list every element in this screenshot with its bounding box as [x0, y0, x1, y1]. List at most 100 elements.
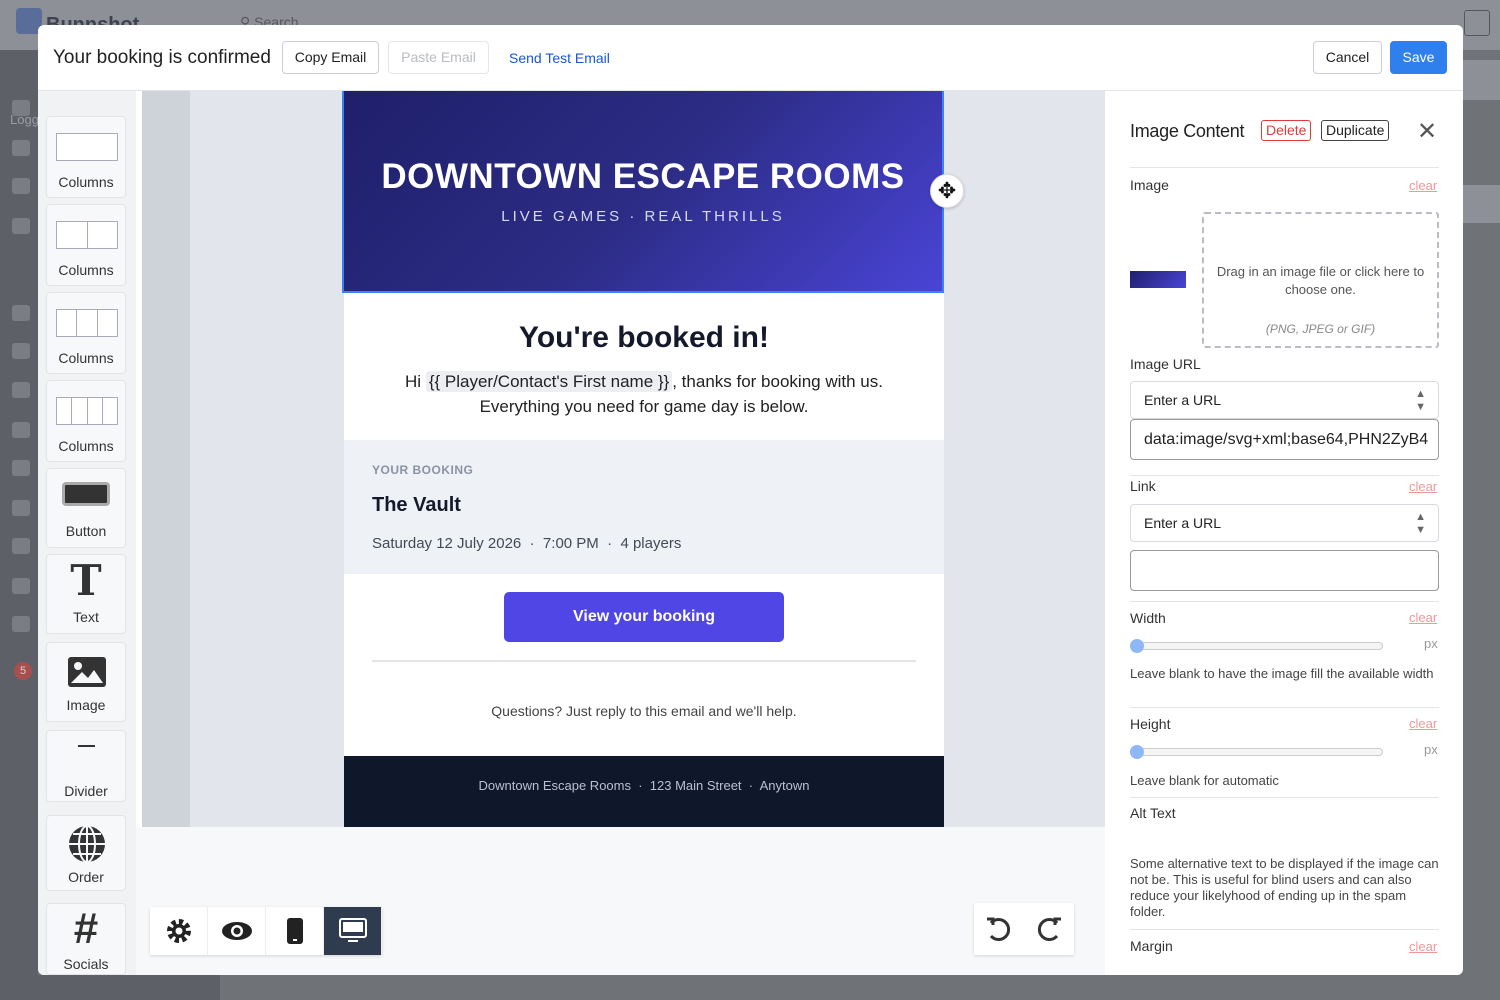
link-select[interactable]: Enter a URL ▲ ▼: [1130, 504, 1439, 542]
redo-button[interactable]: [1024, 903, 1074, 955]
mobile-view-button[interactable]: [266, 907, 324, 955]
email-footer[interactable]: Downtown Escape Rooms · 123 Main Street …: [344, 756, 944, 827]
hero-subtitle: LIVE GAMES · REAL THRILLS: [501, 208, 785, 225]
close-icon[interactable]: ✕: [1417, 117, 1437, 146]
booking-summary-block[interactable]: YOUR BOOKING The Vault Saturday 12 July …: [344, 440, 944, 574]
view-mode-bar: [150, 907, 382, 955]
move-handle-icon[interactable]: ✥: [930, 174, 964, 208]
questions-text[interactable]: Questions? Just reply to this email and …: [344, 703, 944, 719]
email-editor-modal: Your booking is confirmed Copy Email Pas…: [38, 25, 1463, 975]
gear-icon: [166, 919, 191, 943]
clipboard-icon: [12, 422, 30, 438]
divider-icon: [78, 745, 95, 747]
megaphone-icon: [12, 460, 30, 476]
tool-label: Button: [65, 523, 107, 539]
width-unit: px: [1424, 636, 1438, 651]
app-bottom: [0, 975, 220, 1000]
image-dropzone[interactable]: Drag in an image file or click here to c…: [1202, 212, 1439, 348]
width-slider[interactable]: [1130, 639, 1383, 653]
tool-button[interactable]: Button: [46, 468, 126, 548]
room-name: The Vault: [372, 494, 461, 516]
image-url-label: Image URL: [1130, 356, 1201, 372]
tool-columns-3[interactable]: Columns: [46, 292, 126, 374]
width-slider-knob[interactable]: [1130, 639, 1144, 653]
width-help: Leave blank to have the image fill the a…: [1130, 666, 1434, 681]
separator: [1130, 167, 1439, 168]
tool-image[interactable]: Image: [46, 642, 126, 722]
chevron-updown-icon: ▲ ▼: [1415, 388, 1426, 413]
separator: [1130, 707, 1439, 708]
footer-address: Downtown Escape Rooms · 123 Main Street …: [478, 778, 810, 793]
view-booking-button[interactable]: View your booking: [504, 592, 784, 642]
image-clear-link[interactable]: clear: [1409, 178, 1437, 193]
link-clear-link[interactable]: clear: [1409, 479, 1437, 494]
margin-label: Margin: [1130, 938, 1173, 954]
undo-button[interactable]: [974, 903, 1024, 955]
height-clear-link[interactable]: clear: [1409, 716, 1437, 731]
notification-badge: 5: [14, 662, 32, 680]
one-column-icon: [56, 133, 118, 161]
two-columns-icon: [56, 221, 118, 249]
globe-icon: [69, 825, 105, 863]
tool-label: Columns: [58, 174, 114, 190]
margin-clear-link[interactable]: clear: [1409, 939, 1437, 954]
settings-button[interactable]: [150, 907, 208, 955]
desktop-view-button[interactable]: [324, 907, 382, 955]
redo-icon: [1037, 917, 1061, 941]
link-input[interactable]: [1130, 550, 1439, 591]
email-heading[interactable]: You're booked in!: [344, 321, 944, 355]
print-icon: [12, 500, 30, 516]
cancel-button[interactable]: Cancel: [1313, 41, 1382, 74]
preview-button[interactable]: [208, 907, 266, 955]
separator: [1130, 929, 1439, 930]
user-icon: [12, 178, 30, 194]
save-button[interactable]: Save: [1390, 41, 1447, 74]
mobile-icon: [286, 918, 303, 944]
tool-label: Columns: [58, 350, 114, 366]
email-preview: DOWNTOWN ESCAPE ROOMS LIVE GAMES · REAL …: [342, 91, 944, 827]
width-clear-link[interactable]: clear: [1409, 610, 1437, 625]
send-test-email-link[interactable]: Send Test Email: [509, 50, 610, 66]
height-slider[interactable]: [1130, 745, 1383, 759]
greeting-line2: Everything you need for game day is belo…: [479, 397, 809, 416]
tool-divider[interactable]: Divider: [46, 730, 126, 802]
greeting-text[interactable]: Hi {{ Player/Contact's First name }}, th…: [344, 369, 944, 419]
paste-email-button[interactable]: Paste Email: [388, 41, 489, 74]
link-select-value: Enter a URL: [1144, 515, 1222, 531]
tool-columns-2[interactable]: Columns: [46, 204, 126, 286]
dropzone-types: (PNG, JPEG or GIF): [1265, 322, 1376, 336]
tool-socials[interactable]: # Socials: [46, 903, 126, 975]
tool-columns-1[interactable]: Columns: [46, 116, 126, 198]
copy-email-button[interactable]: Copy Email: [282, 41, 379, 74]
duplicate-block-button[interactable]: Duplicate: [1321, 120, 1390, 141]
block-toolbar: Columns Columns Columns Columns Button T…: [38, 91, 136, 975]
alt-text-label: Alt Text: [1130, 805, 1176, 821]
image-url-input[interactable]: data:image/svg+xml;base64,PHN2ZyB4: [1130, 419, 1439, 460]
booking-details: Saturday 12 July 2026 · 7:00 PM · 4 play…: [372, 535, 682, 552]
merge-tag: {{ Player/Contact's First name }}: [425, 371, 673, 392]
tool-text[interactable]: T Text: [46, 554, 126, 634]
gear-icon: [12, 578, 30, 594]
app-menu-icon: [1464, 10, 1490, 36]
tool-order[interactable]: Order: [46, 815, 126, 891]
separator: [1130, 475, 1439, 476]
chart-icon: [12, 343, 30, 359]
tool-label: Text: [73, 609, 99, 625]
image-url-select[interactable]: Enter a URL ▲ ▼: [1130, 381, 1439, 419]
tool-label: Divider: [64, 783, 108, 799]
delete-block-button[interactable]: Delete: [1261, 120, 1312, 141]
tool-label: Order: [68, 869, 104, 885]
height-slider-knob[interactable]: [1130, 745, 1144, 759]
separator: [1130, 601, 1439, 602]
alt-text-help: Some alternative text to be displayed if…: [1130, 856, 1439, 919]
hero-image-block[interactable]: DOWNTOWN ESCAPE ROOMS LIVE GAMES · REAL …: [342, 91, 944, 293]
email-divider[interactable]: [372, 660, 916, 662]
modal-title: Your booking is confirmed: [53, 47, 271, 68]
image-label: Image: [1130, 177, 1169, 193]
dropzone-text: Drag in an image file or click here to c…: [1216, 264, 1425, 297]
help-icon: [12, 616, 30, 632]
undo-icon: [987, 917, 1011, 941]
tool-columns-4[interactable]: Columns: [46, 380, 126, 462]
panel-title: Image Content: [1130, 121, 1245, 141]
app-right-bar-2: [1463, 185, 1500, 223]
